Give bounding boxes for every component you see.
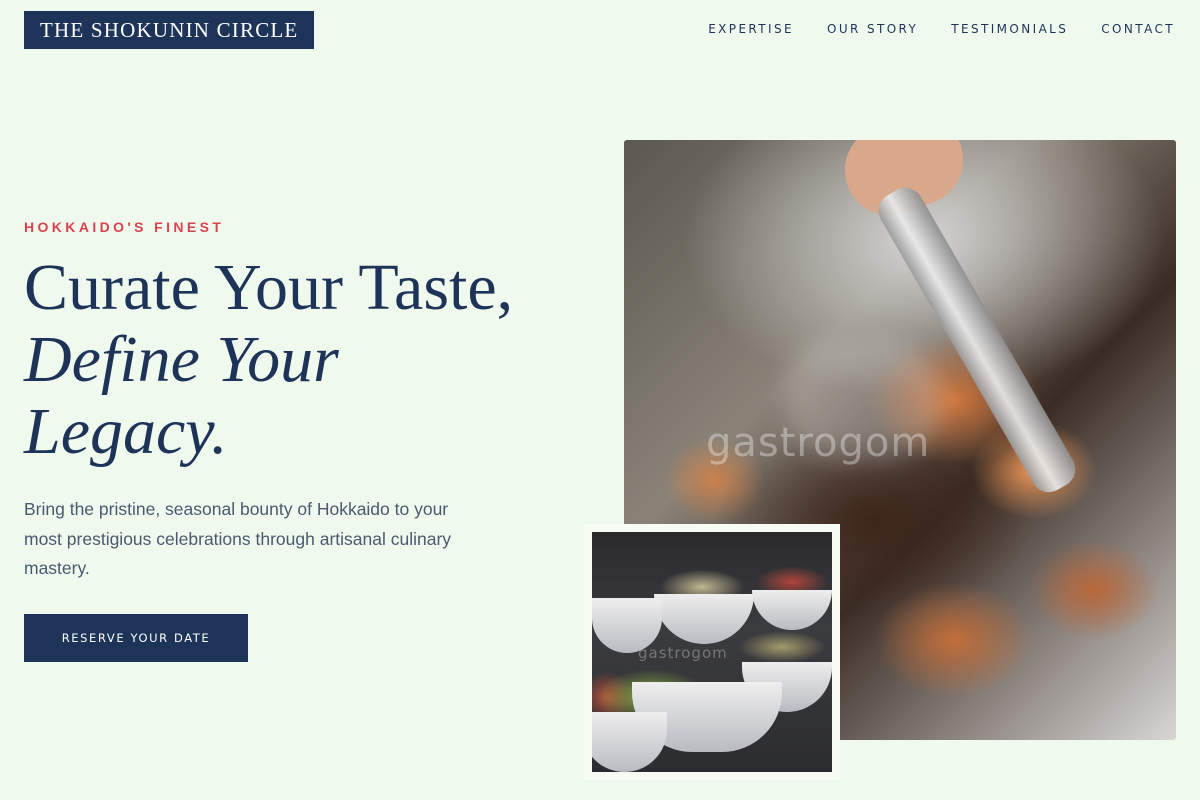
reserve-date-button[interactable]: RESERVE YOUR DATE	[24, 614, 248, 662]
headline-line-2: Define Your	[24, 323, 339, 396]
headline-line-3: Legacy.	[24, 395, 228, 468]
salad-photo-frame: gastrogom	[584, 524, 840, 780]
hero-headline: Curate Your Taste, Define Your Legacy.	[24, 252, 604, 468]
hero-description: Bring the pristine, seasonal bounty of H…	[24, 499, 452, 578]
nav-link-our-story[interactable]: OUR STORY	[827, 22, 918, 36]
headline-line-1: Curate Your Taste,	[24, 251, 514, 324]
bowl-shape	[752, 590, 832, 630]
nav-link-testimonials[interactable]: TESTIMONIALS	[951, 22, 1068, 36]
site-logo[interactable]: THE SHOKUNIN CIRCLE	[24, 11, 315, 49]
bowl-shape	[592, 712, 667, 772]
nav-link-contact[interactable]: CONTACT	[1101, 22, 1175, 36]
photo-watermark: gastrogom	[706, 420, 931, 466]
bowl-shape	[654, 594, 754, 644]
salad-bowls-photo: gastrogom	[592, 532, 832, 772]
nav-link-expertise[interactable]: EXPERTISE	[708, 22, 794, 36]
hero-eyebrow: HOKKAIDO'S FINEST	[24, 219, 225, 235]
photo-watermark: gastrogom	[638, 644, 728, 662]
main-nav: EXPERTISE OUR STORY TESTIMONIALS CONTACT	[708, 22, 1175, 36]
